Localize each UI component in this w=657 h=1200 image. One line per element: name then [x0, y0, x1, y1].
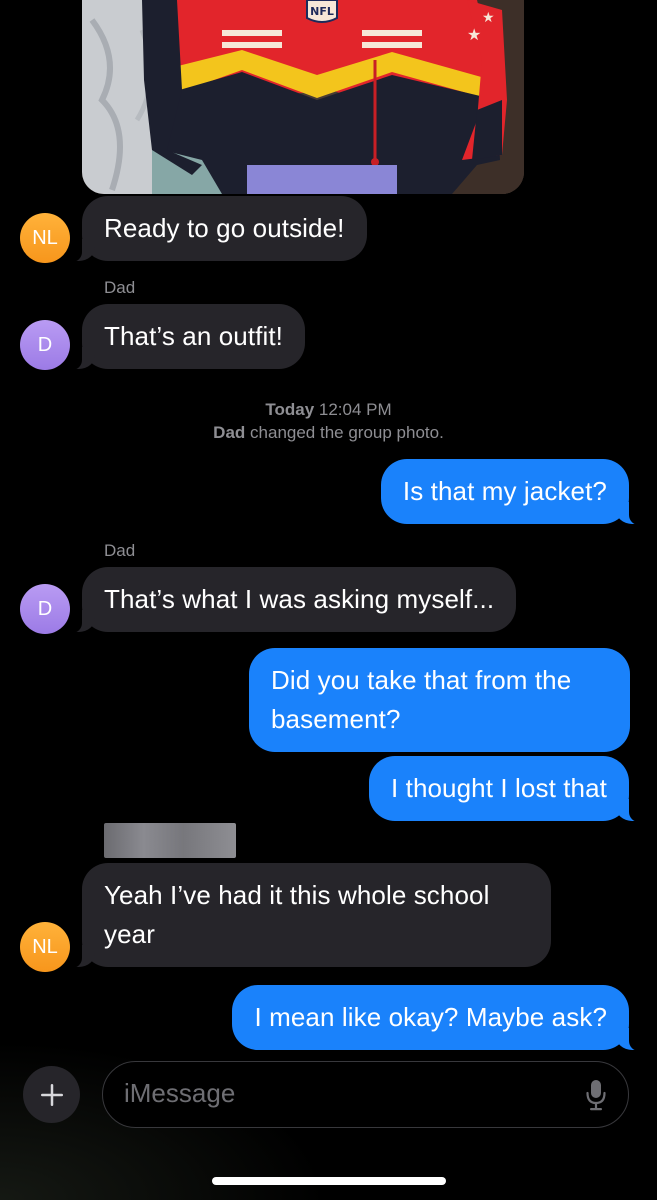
microphone-icon[interactable]	[586, 1079, 606, 1111]
event-actor: Dad	[213, 423, 246, 442]
redacted-sender-name	[104, 823, 236, 858]
message-bubble-incoming[interactable]: That’s an outfit!	[72, 304, 305, 370]
avatar-dad[interactable]: D	[20, 320, 70, 370]
nfl-logo-text: NFL	[310, 5, 334, 18]
message-text: That’s an outfit!	[104, 321, 283, 351]
message-bubble-incoming[interactable]: Yeah I’ve had it this whole school year	[72, 863, 551, 968]
jacket-photo-image: ★ ★ NFL	[82, 0, 524, 194]
sender-name: Dad	[104, 278, 136, 297]
message-text: Is that my jacket?	[402, 476, 607, 506]
message-text: Ready to go outside!	[104, 213, 345, 243]
imessage-input[interactable]: iMessage	[102, 1061, 629, 1128]
message-bubble-outgoing[interactable]: Is that my jacket?	[380, 459, 640, 525]
message-bubble-incoming[interactable]: Ready to go outside!	[72, 196, 367, 262]
avatar-nl[interactable]: NL	[20, 213, 70, 263]
photo-attachment[interactable]: ★ ★ NFL	[82, 0, 524, 194]
group-event-notice: Dad changed the group photo.	[0, 421, 657, 444]
message-text: I thought I lost that	[390, 773, 607, 803]
avatar-initials: NL	[32, 226, 58, 249]
avatar-nl[interactable]: NL	[20, 922, 70, 972]
message-text: That’s what I was asking myself...	[104, 584, 495, 614]
message-bubble-outgoing[interactable]: Did you take that from the basement?	[249, 648, 630, 752]
timestamp-time: 12:04 PM	[318, 400, 392, 419]
message-text: Did you take that from the basement?	[271, 665, 572, 734]
avatar-initials: D	[37, 597, 53, 620]
svg-text:★: ★	[482, 10, 495, 26]
imessage-placeholder: iMessage	[124, 1078, 236, 1108]
message-text: Yeah I’ve had it this whole school year	[104, 880, 490, 949]
home-indicator[interactable]	[212, 1177, 446, 1185]
svg-text:★: ★	[467, 25, 481, 44]
avatar-dad[interactable]: D	[20, 584, 70, 634]
avatar-initials: NL	[32, 935, 58, 958]
add-attachment-button[interactable]	[23, 1066, 80, 1123]
timestamp: Today 12:04 PM	[0, 398, 657, 421]
avatar-initials: D	[37, 333, 53, 356]
message-text: I mean like okay? Maybe ask?	[254, 1002, 607, 1032]
message-bubble-incoming[interactable]: That’s what I was asking myself...	[71, 567, 517, 633]
timestamp-day: Today	[265, 400, 315, 419]
message-bubble-outgoing[interactable]: I thought I lost that	[368, 756, 640, 822]
sender-name: Dad	[104, 541, 136, 560]
event-text: changed the group photo.	[250, 423, 444, 442]
plus-icon	[40, 1083, 63, 1106]
